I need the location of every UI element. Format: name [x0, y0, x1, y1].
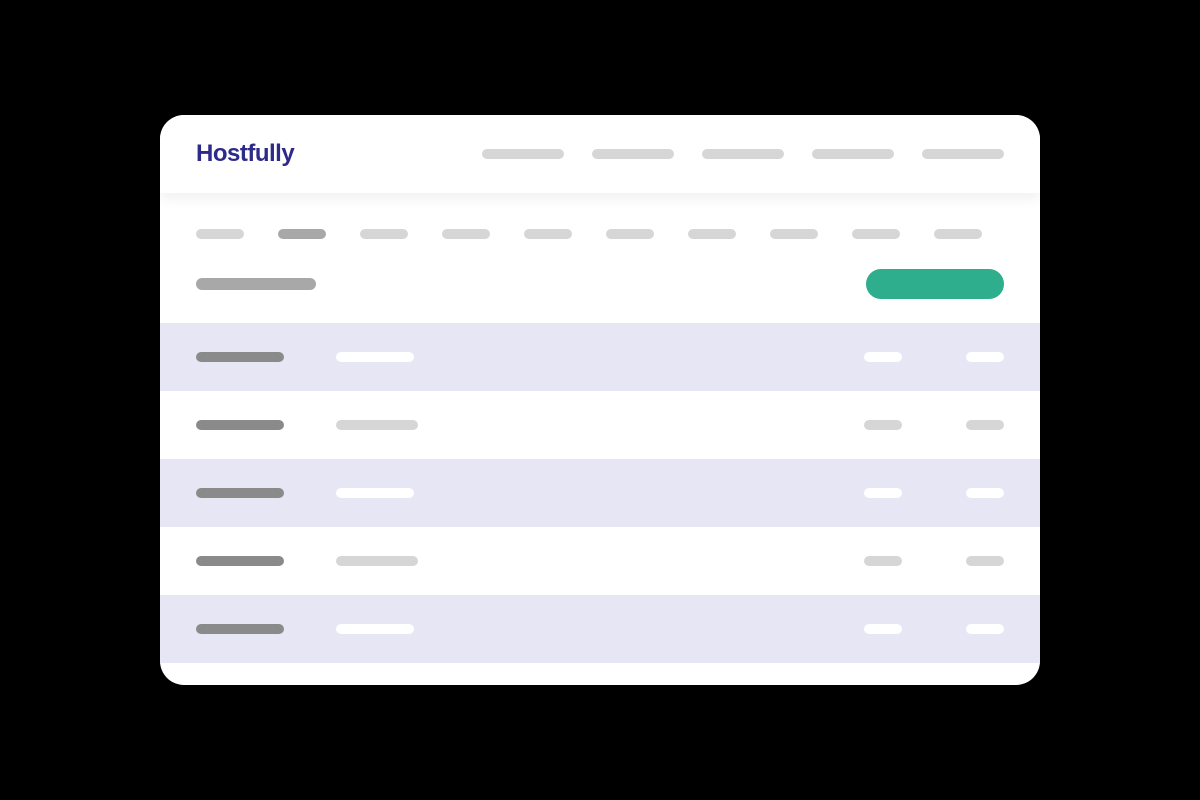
brand-logo[interactable]: Hostfully [196, 142, 294, 166]
cell [196, 352, 284, 362]
cell [966, 420, 1004, 430]
table-row[interactable] [160, 527, 1040, 595]
brand-name: Hostfully [196, 142, 294, 166]
cell [864, 624, 902, 634]
tab[interactable] [360, 229, 408, 239]
table-row[interactable] [160, 595, 1040, 663]
tab[interactable] [852, 229, 900, 239]
cell [966, 352, 1004, 362]
table-row[interactable] [160, 323, 1040, 391]
table-row[interactable] [160, 459, 1040, 527]
cell [864, 488, 902, 498]
tab[interactable] [688, 229, 736, 239]
cell [966, 624, 1004, 634]
cell [336, 488, 414, 498]
cell [864, 352, 902, 362]
sub-tabs [160, 193, 1040, 239]
app-card: Hostfully [160, 115, 1040, 685]
cell [196, 488, 284, 498]
cell [336, 556, 418, 566]
cell [864, 420, 902, 430]
cell [336, 352, 414, 362]
nav-item[interactable] [702, 149, 784, 159]
cell [966, 488, 1004, 498]
cell [196, 556, 284, 566]
cell [336, 420, 418, 430]
tab[interactable] [442, 229, 490, 239]
cell [196, 624, 284, 634]
tab[interactable] [196, 229, 244, 239]
nav-item[interactable] [592, 149, 674, 159]
tab[interactable] [934, 229, 982, 239]
cell [864, 556, 902, 566]
primary-button[interactable] [866, 269, 1004, 299]
table-row[interactable] [160, 391, 1040, 459]
data-table [160, 323, 1040, 663]
nav-item[interactable] [922, 149, 1004, 159]
title-bar [160, 239, 1040, 323]
tab[interactable] [606, 229, 654, 239]
page-title [196, 278, 316, 290]
tab[interactable] [524, 229, 572, 239]
nav-item[interactable] [812, 149, 894, 159]
tab[interactable] [770, 229, 818, 239]
app-header: Hostfully [160, 115, 1040, 193]
cell [336, 624, 414, 634]
tab-active[interactable] [278, 229, 326, 239]
top-nav [482, 149, 1004, 159]
cell [966, 556, 1004, 566]
cell [196, 420, 284, 430]
nav-item[interactable] [482, 149, 564, 159]
